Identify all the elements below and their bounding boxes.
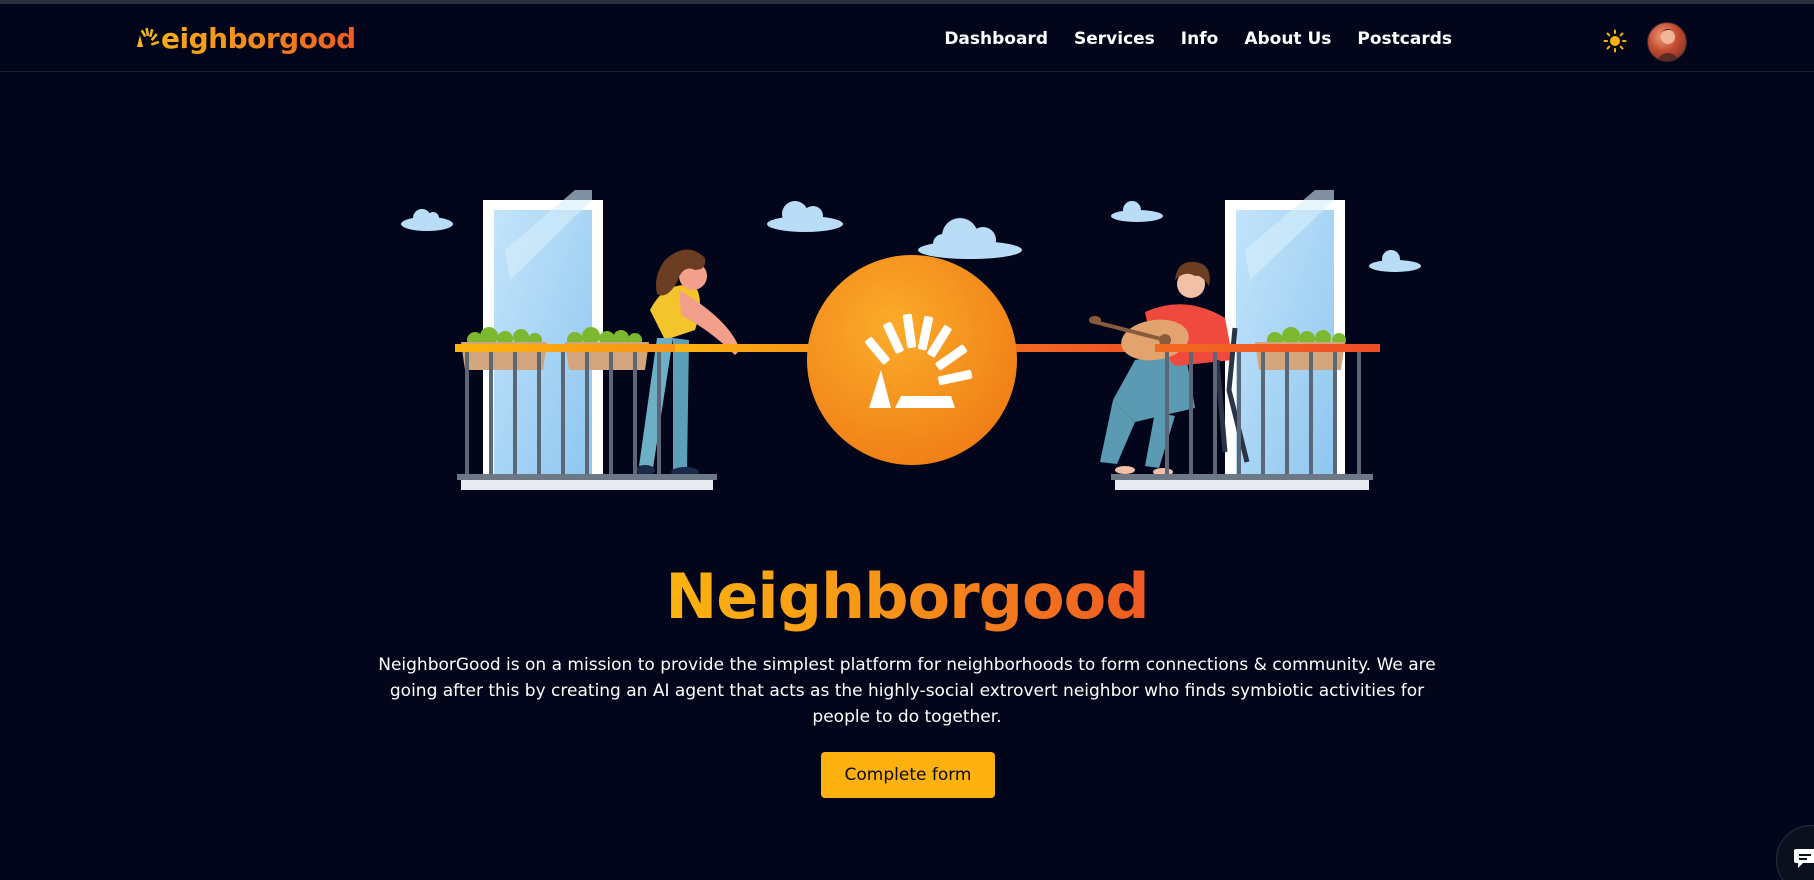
top-navbar: eighborgood Dashboard Services Info Abou… <box>0 4 1814 72</box>
hero-title: Neighborgood <box>0 555 1814 639</box>
chat-bubble-icon <box>1794 849 1814 868</box>
logo-mark-icon <box>137 27 160 47</box>
nav-link-postcards[interactable]: Postcards <box>1357 29 1452 49</box>
avatar-image <box>1655 29 1681 61</box>
hero-title-text: Neighborgood <box>665 560 1149 633</box>
right-balcony <box>1089 190 1346 490</box>
chat-widget-button[interactable] <box>1776 825 1814 880</box>
complete-form-button[interactable]: Complete form <box>821 752 995 798</box>
nav-link-services[interactable]: Services <box>1074 29 1155 49</box>
hero-description: NeighborGood is on a mission to provide … <box>378 655 1436 727</box>
sun-icon[interactable] <box>1603 29 1627 53</box>
brand-logo[interactable]: eighborgood <box>134 20 356 56</box>
user-avatar[interactable] <box>1647 22 1687 62</box>
center-logo-badge <box>807 255 1017 465</box>
nav-link-about-us[interactable]: About Us <box>1244 29 1331 49</box>
nav-link-info[interactable]: Info <box>1181 29 1219 49</box>
logo-text: eighborgood <box>161 21 356 55</box>
main-nav: Dashboard Services Info About Us Postcar… <box>944 22 1452 56</box>
neighbors-balcony-illustration <box>401 190 1421 490</box>
left-balcony <box>461 190 740 490</box>
nav-link-dashboard[interactable]: Dashboard <box>944 29 1048 49</box>
